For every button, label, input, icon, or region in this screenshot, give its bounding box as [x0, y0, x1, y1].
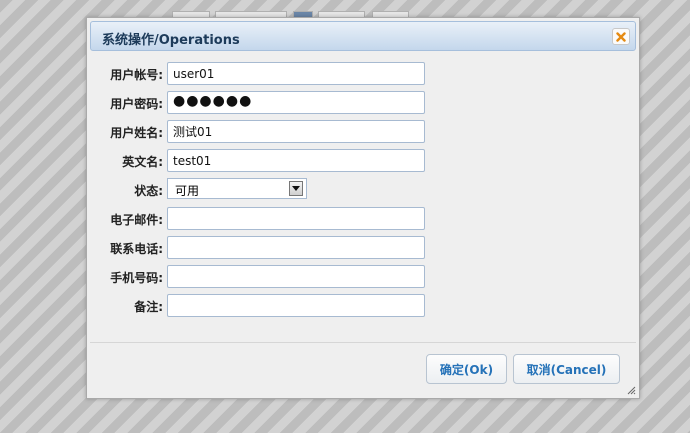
- dialog-title: 系统操作/Operations: [102, 33, 240, 48]
- phone-label: 联系电话:: [110, 242, 163, 256]
- account-input[interactable]: user01: [167, 62, 425, 85]
- row-english-name: 英文名: test01: [87, 149, 639, 172]
- footer-divider: [90, 342, 636, 343]
- row-name: 用户姓名: 测试01: [87, 120, 639, 143]
- name-input[interactable]: 测试01: [167, 120, 425, 143]
- status-label: 状态:: [134, 184, 163, 198]
- english-name-input[interactable]: test01: [167, 149, 425, 172]
- account-label: 用户帐号:: [110, 68, 163, 82]
- password-input[interactable]: ●●●●●●: [167, 91, 425, 114]
- phone-input[interactable]: [167, 236, 425, 259]
- dropdown-arrow-button[interactable]: [289, 181, 303, 196]
- dialog-titlebar[interactable]: 系统操作/Operations: [90, 21, 636, 51]
- password-label: 用户密码:: [110, 97, 163, 111]
- cancel-button[interactable]: 取消(Cancel): [513, 354, 620, 384]
- row-password: 用户密码: ●●●●●●: [87, 91, 639, 114]
- resize-handle-icon[interactable]: [626, 385, 636, 395]
- remark-input[interactable]: [167, 294, 425, 317]
- row-email: 电子邮件:: [87, 207, 639, 230]
- email-input[interactable]: [167, 207, 425, 230]
- row-phone: 联系电话:: [87, 236, 639, 259]
- remark-label: 备注:: [134, 300, 163, 314]
- mobile-label: 手机号码:: [110, 271, 163, 285]
- row-status: 状态: 可用: [87, 178, 639, 201]
- close-icon: [616, 31, 626, 42]
- row-mobile: 手机号码:: [87, 265, 639, 288]
- ok-button[interactable]: 确定(Ok): [426, 354, 507, 384]
- name-label: 用户姓名:: [110, 126, 163, 140]
- english-name-label: 英文名:: [122, 155, 163, 169]
- operations-dialog: 系统操作/Operations 用户帐号: user01 用户密码: ●●●●●…: [86, 17, 640, 399]
- status-value: 可用: [175, 184, 200, 198]
- row-remark: 备注:: [87, 294, 639, 317]
- close-button[interactable]: [612, 28, 630, 45]
- status-select[interactable]: 可用: [167, 178, 307, 199]
- mobile-input[interactable]: [167, 265, 425, 288]
- row-account: 用户帐号: user01: [87, 62, 639, 85]
- chevron-down-icon: [292, 186, 300, 191]
- email-label: 电子邮件:: [110, 213, 163, 227]
